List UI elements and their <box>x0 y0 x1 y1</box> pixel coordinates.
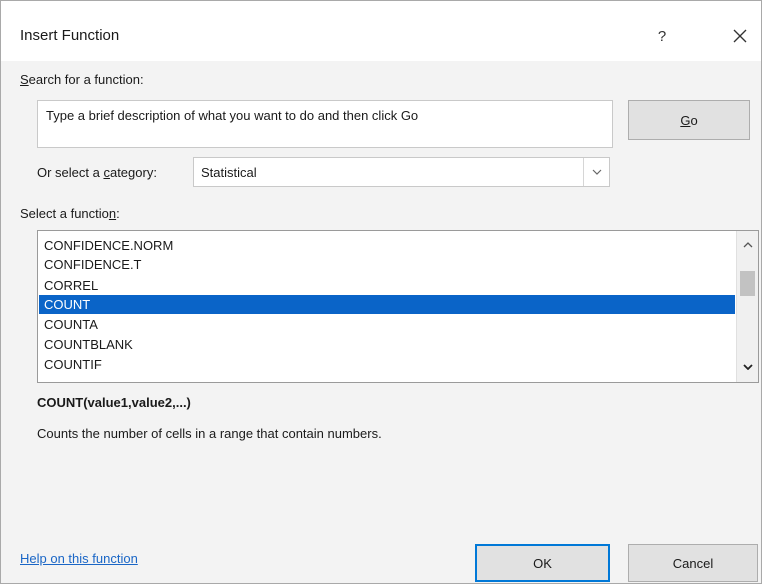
search-label-suffix: earch for a function: <box>28 72 144 87</box>
chevron-up-icon <box>743 242 752 248</box>
function-list-item[interactable]: CONFIDENCE.T <box>39 255 735 274</box>
scroll-up-button[interactable] <box>737 233 758 257</box>
scroll-thumb[interactable] <box>740 271 755 296</box>
go-button-label: o <box>690 112 698 128</box>
function-signature: COUNT(value1,value2,...) <box>37 395 191 410</box>
function-list-label-suffix: : <box>116 206 120 221</box>
category-dropdown-button[interactable] <box>583 158 609 186</box>
search-label-accesskey: S <box>20 72 29 87</box>
ok-button[interactable]: OK <box>475 544 610 582</box>
go-button[interactable]: Go <box>628 100 750 140</box>
function-list-item[interactable]: COUNTIF <box>39 355 735 374</box>
function-list-scrollbar[interactable] <box>736 231 758 382</box>
category-label: Or select a category: <box>37 165 157 180</box>
help-on-function-link[interactable]: Help on this function <box>20 551 138 566</box>
close-button[interactable] <box>723 19 757 53</box>
search-input[interactable]: Type a brief description of what you wan… <box>37 100 613 148</box>
search-label: Search for a function: <box>20 72 144 87</box>
function-list-item-selected[interactable]: COUNT <box>39 295 735 314</box>
function-list-label: Select a function: <box>20 206 120 221</box>
dialog-title: Insert Function <box>20 27 120 44</box>
category-selected-value: Statistical <box>201 165 257 180</box>
category-label-suffix: ategory: <box>109 165 157 180</box>
function-listbox[interactable]: CONFIDENCE.NORM CONFIDENCE.T CORREL COUN… <box>37 230 759 383</box>
cancel-button[interactable]: Cancel <box>628 544 758 582</box>
go-button-accesskey: G <box>680 112 691 128</box>
category-select[interactable]: Statistical <box>193 157 610 187</box>
chevron-down-icon <box>592 169 601 175</box>
function-list-item[interactable]: CONFIDENCE.NORM <box>39 236 735 255</box>
insert-function-dialog: Insert Function ? Search for a function:… <box>0 0 762 584</box>
chevron-down-icon <box>742 364 753 370</box>
function-list-item[interactable]: COUNTBLANK <box>39 335 735 354</box>
function-description: Counts the number of cells in a range th… <box>37 426 382 441</box>
scroll-down-button[interactable] <box>737 355 758 379</box>
category-label-prefix: Or select a <box>37 165 104 180</box>
help-button[interactable]: ? <box>647 21 677 51</box>
function-list-item[interactable]: COUNTA <box>39 315 735 334</box>
close-icon <box>733 29 747 43</box>
title-bar: Insert Function ? <box>1 1 761 61</box>
function-list-label-prefix: Select a functio <box>20 206 109 221</box>
function-list-item[interactable]: CORREL <box>39 276 735 295</box>
